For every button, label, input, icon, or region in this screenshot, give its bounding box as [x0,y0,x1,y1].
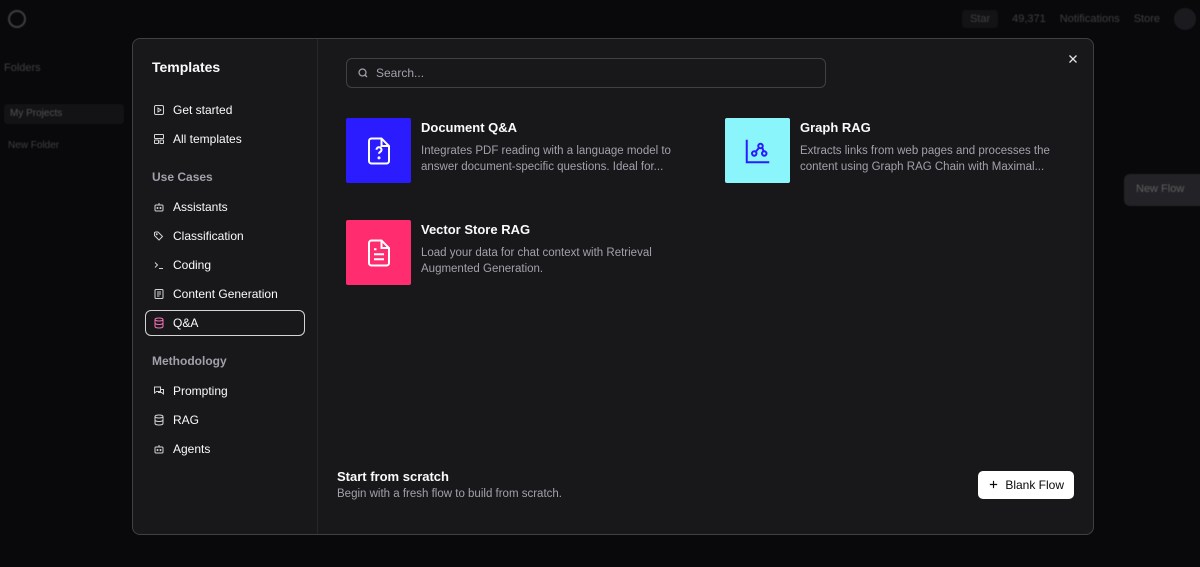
my-projects-item: My Projects [4,104,124,124]
close-icon [1069,55,1077,63]
sidebar-item-label: Prompting [173,384,228,398]
bot-icon [153,201,165,213]
sidebar-item-label: Coding [173,258,212,272]
template-card-vector-store-rag[interactable]: Vector Store RAG Load your data for chat… [346,220,696,286]
card-title: Document Q&A [421,120,518,135]
card-title: Graph RAG [800,120,871,135]
templates-modal: Templates Get started All templates Use … [132,38,1094,535]
use-cases-heading: Use Cases [152,170,213,184]
search-box [346,58,826,88]
sidebar-item-get-started[interactable]: Get started [145,97,305,123]
layout-grid-icon [153,133,165,145]
card-description: Load your data for chat context with Ret… [421,247,652,275]
newspaper-icon [153,288,165,300]
template-card-graph-rag[interactable]: Graph RAG Extracts links from web pages … [725,118,1075,184]
app-logo-icon [8,10,26,28]
file-text-icon [367,239,390,266]
sidebar-item-label: Q&A [173,316,199,330]
search-icon [358,68,368,78]
database-icon [153,414,165,426]
sidebar-item-content-generation[interactable]: Content Generation [145,281,305,307]
sidebar-item-classification[interactable]: Classification [145,223,305,249]
chart-scatter-icon [745,139,769,163]
sidebar-item-label: Agents [173,442,211,456]
card-title: Vector Store RAG [421,222,531,237]
notifications-button: Notifications [1059,13,1120,25]
sidebar-item-label: Classification [173,229,244,243]
card-thumbnail [346,220,411,285]
tags-icon [153,230,165,242]
sidebar-item-label: All templates [173,132,242,146]
messages-icon [153,385,165,397]
store-button: Store [1133,13,1160,25]
templates-sidebar: Templates Get started All templates Use … [133,39,318,534]
sidebar-item-coding[interactable]: Coding [145,252,305,278]
blank-flow-label: Blank Flow [1005,477,1064,492]
terminal-icon [153,259,165,271]
background-topbar: Star 49,371 Notifications Store [961,8,1200,30]
sidebar-item-label: Assistants [173,200,228,214]
card-thumbnail [346,118,411,183]
sidebar-item-qa[interactable]: Q&A [145,310,305,336]
plus-icon [990,480,998,489]
start-from-scratch-section: Start from scratch Begin with a fresh fl… [337,469,1074,500]
database-icon [153,317,165,329]
card-thumbnail [725,118,790,183]
footer-subtitle: Begin with a fresh flow to build from sc… [337,488,562,500]
card-description: Extracts links from web pages and proces… [800,145,1050,173]
bot-icon [153,443,165,455]
avatar [1174,8,1196,30]
star-button: Star [961,10,999,28]
star-count: 49,371 [1012,13,1046,25]
sidebar-item-rag[interactable]: RAG [145,407,305,433]
sidebar-item-label: RAG [173,413,200,427]
blank-flow-button[interactable]: Blank Flow [978,470,1074,499]
sidebar-item-prompting[interactable]: Prompting [145,378,305,404]
play-square-icon [153,104,165,116]
sidebar-item-assistants[interactable]: Assistants [145,194,305,220]
sidebar-item-label: Content Generation [173,287,278,301]
file-question-icon [367,137,390,164]
sidebar-item-label: Get started [173,103,233,117]
methodology-heading: Methodology [152,354,227,368]
new-flow-button: New Flow [1124,174,1200,206]
search-input[interactable] [376,66,815,80]
new-folder-item: New Folder [8,140,60,151]
template-card-document-qa[interactable]: Document Q&A Integrates PDF reading with… [346,118,696,184]
sidebar-item-all-templates[interactable]: All templates [145,126,305,152]
card-description: Integrates PDF reading with a language m… [421,145,671,173]
close-button[interactable] [1065,51,1081,67]
footer-title: Start from scratch [337,469,449,484]
sidebar-title: Templates [152,59,221,75]
sidebar-item-agents[interactable]: Agents [145,436,305,462]
folders-label: Folders [4,62,41,74]
templates-content: Document Q&A Integrates PDF reading with… [318,39,1093,534]
